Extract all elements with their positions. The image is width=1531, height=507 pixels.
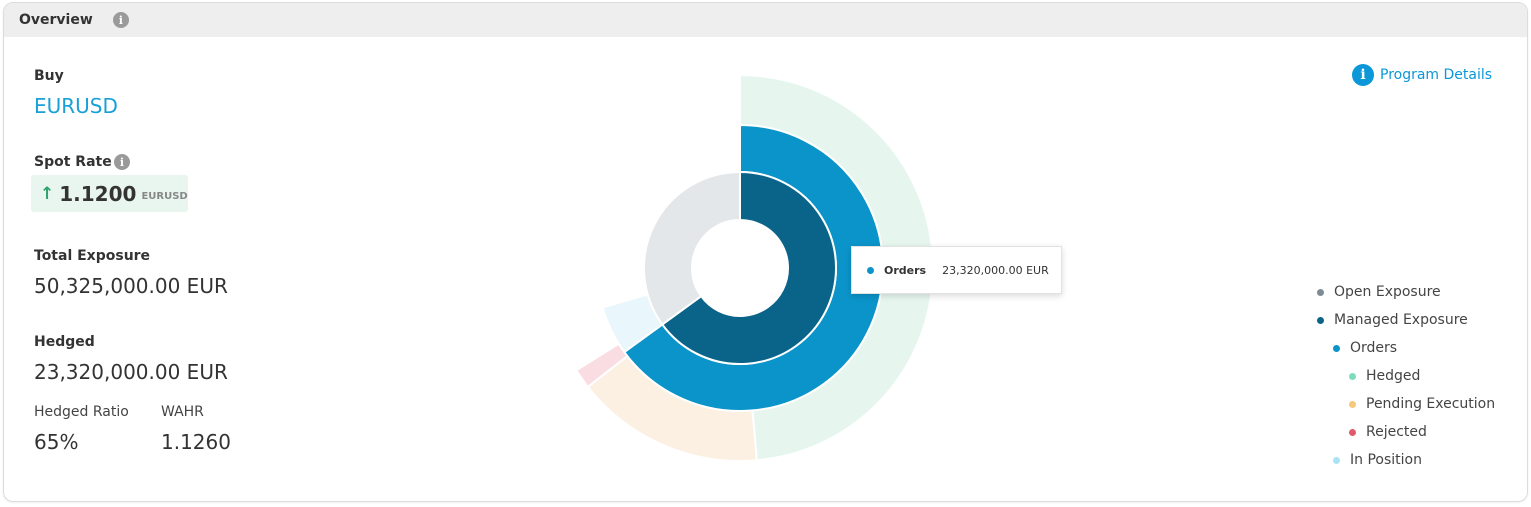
legend-label: Rejected [1366, 424, 1427, 440]
legend-label: In Position [1350, 452, 1422, 468]
open-exposure-segment[interactable] [643, 170, 741, 326]
tooltip-value: 23,320,000.00 EUR [942, 263, 1049, 277]
legend-label: Open Exposure [1334, 284, 1441, 300]
tooltip-dot [867, 266, 874, 274]
legend-label: Hedged [1366, 368, 1421, 384]
legend-dot [1349, 372, 1356, 380]
legend-dot [1349, 428, 1356, 436]
legend-dot [1317, 316, 1324, 324]
chart-tooltip: Orders 23,320,000.00 EUR [851, 246, 1062, 294]
legend-item[interactable]: Rejected [1349, 424, 1427, 440]
legend-label: Orders [1350, 340, 1398, 356]
legend-dot [1333, 456, 1340, 464]
legend-item[interactable]: Open Exposure [1317, 284, 1441, 300]
legend-item[interactable]: Orders [1333, 340, 1397, 356]
legend-dot [1333, 344, 1340, 352]
legend-label: Managed Exposure [1334, 312, 1468, 328]
legend-item[interactable]: Managed Exposure [1317, 312, 1468, 328]
legend-label: Pending Execution [1366, 396, 1496, 412]
exposure-sunburst-chart [574, 73, 934, 462]
legend-dot [1349, 400, 1356, 408]
legend-item[interactable]: In Position [1333, 452, 1422, 468]
tooltip-name: Orders [884, 263, 927, 277]
program-details-label: Program Details [1380, 67, 1493, 83]
program-details-link[interactable]: i Program Details [1352, 64, 1492, 86]
legend-item[interactable]: Pending Execution [1349, 396, 1495, 412]
legend-item[interactable]: Hedged [1349, 368, 1420, 384]
legend-dot [1317, 288, 1324, 296]
info-icon: i [1352, 64, 1374, 86]
